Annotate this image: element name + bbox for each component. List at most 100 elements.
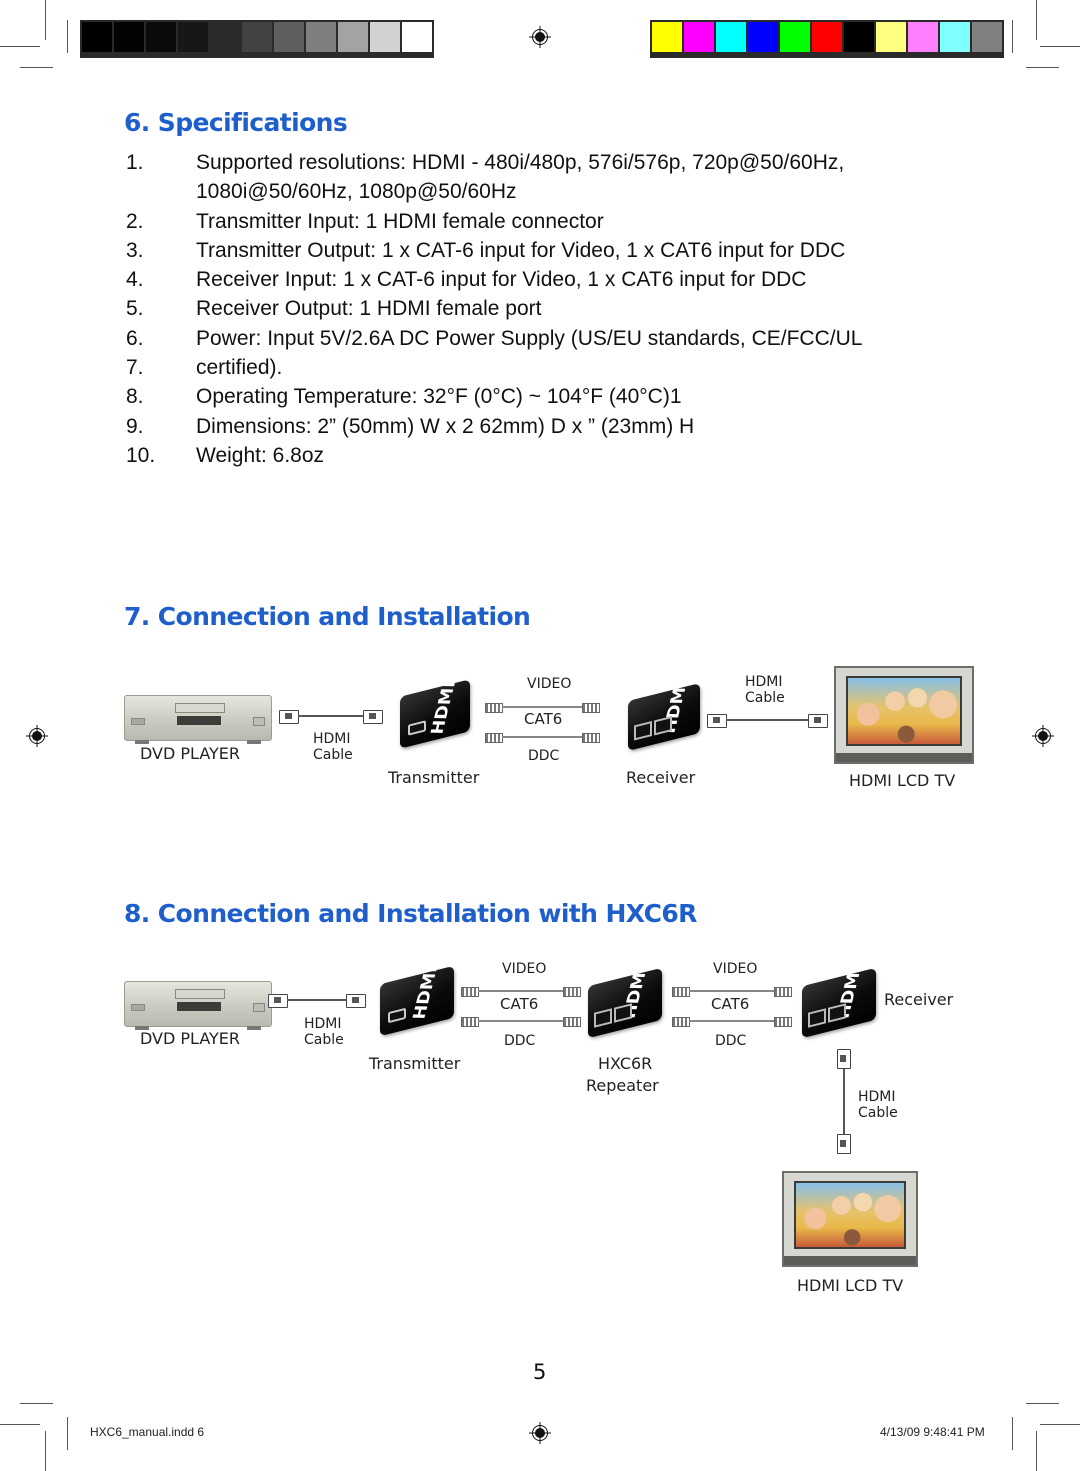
dvd-player-image [124,981,272,1030]
crosshair-target-icon [529,26,551,48]
spec-item-text: Dimensions: 2” (50mm) W x 2 62mm) D x ” … [196,412,924,441]
color-swatch [876,22,906,52]
spec-item-number: 3. [126,238,144,262]
color-swatch [114,22,144,52]
color-swatch [844,22,874,52]
hdmi-cable-label-line1: HDMI [745,674,783,690]
spec-item-text: Receiver Output: 1 HDMI female port [196,294,924,323]
spec-item-text-line: Operating Temperature: 32°F (0°C) ~ 104°… [196,385,682,409]
hdmi-cable-label-line1: HDMI [858,1089,896,1105]
receiver-image: HDMI [802,966,876,1039]
spec-item-text-line: Transmitter Output: 1 x CAT-6 input for … [196,238,846,262]
crosshair-target-icon [1032,725,1054,747]
color-swatch [210,22,240,52]
hdmi-cable-label-line2: Cable [313,747,353,763]
hdmi-cable-label-line2: Cable [858,1105,898,1121]
print-timestamp: 4/13/09 9:48:41 PM [880,1425,985,1439]
spec-item-number: 10. [126,443,156,467]
transmitter-label: Transmitter [369,1054,461,1073]
spec-item-text-line: Dimensions: 2” (50mm) W x 2 62mm) D x ” … [196,414,695,438]
hdmi-cable-label-line2: Cable [745,690,785,706]
spec-item-text-line: Supported resolutions: HDMI - 480i/480p,… [196,151,845,174]
spec-item-number: 6. [126,326,144,350]
spec-item-number: 7. [126,356,144,380]
spec-item: 10. Weight: 6.8oz [124,441,924,470]
spec-item-text-continuation: 1080i@50/60Hz, 1080p@50/60Hz [196,180,517,204]
color-swatch [652,22,682,52]
color-swatch [780,22,810,52]
specifications-heading: 6. Specifications [124,108,348,137]
hdmi-lcd-tv-image [834,666,974,764]
color-swatch [338,22,368,52]
file-slug: HXC6_manual.indd 6 [90,1425,205,1439]
spec-item-text: Transmitter Output: 1 x CAT-6 input for … [196,236,924,265]
spec-item: 2. Transmitter Input: 1 HDMI female conne… [124,207,924,236]
color-swatch [402,22,432,52]
color-swatch [242,22,272,52]
repeater-image: HDMI [588,966,662,1039]
receiver-image: HDMI [628,680,700,751]
video-label: VIDEO [527,676,572,692]
spec-item-text: Supported resolutions: HDMI - 480i/480p,… [196,148,924,207]
cat6-label: CAT6 [711,995,750,1013]
color-swatch [716,22,746,52]
spec-item-number: 5. [126,297,144,321]
grayscale-bar [80,20,434,58]
spec-item-text-line: Receiver Input: 1 x CAT-6 input for Vide… [196,268,807,292]
spec-item-text-line: Weight: 6.8oz [196,443,325,467]
color-swatch [370,22,400,52]
connection-repeater-heading: 8. Connection and Installation with HXC6… [124,899,697,928]
video-label: VIDEO [713,961,758,977]
color-swatch [972,22,1002,52]
spec-item-text: Weight: 6.8oz [196,441,924,470]
hdmi-lcd-tv-image [782,1171,918,1267]
ddc-label: DDC [504,1033,536,1049]
hdmi-cable-label-line1: HDMI [313,731,351,747]
repeater-model-label: HXC6R [598,1054,653,1073]
spec-item-text-line: Receiver Output: 1 HDMI female port [196,297,542,321]
spec-item: 1. Supported resolutions: HDMI - 480i/480… [124,148,924,207]
color-swatch [940,22,970,52]
spec-item-text: certified). [196,353,924,382]
color-swatch [274,22,304,52]
color-swatch [684,22,714,52]
ddc-label: DDC [528,748,560,764]
receiver-label: Receiver [626,768,696,787]
hdmi-lcd-tv-label: HDMI LCD TV [849,771,956,790]
specifications-list: 1. Supported resolutions: HDMI - 480i/480… [124,148,924,470]
page-number: 5 [533,1360,547,1384]
video-label: VIDEO [502,961,547,977]
transmitter-image: HDMI [400,679,470,749]
hdmi-lcd-tv-label: HDMI LCD TV [797,1276,904,1295]
spec-item-number: 4. [126,268,144,292]
ddc-label: DDC [715,1033,747,1049]
spec-item-text-line: Transmitter Input: 1 HDMI female connect… [196,209,604,233]
cat6-label: CAT6 [500,995,539,1013]
connection-heading: 7. Connection and Installation [124,602,531,631]
spec-item: 9. Dimensions: 2” (50mm) W x 2 62mm) D x … [124,412,924,441]
spec-item: 3. Transmitter Output: 1 x CAT-6 input fo… [124,236,924,265]
color-swatch [812,22,842,52]
transmitter-image: HDMI [380,965,454,1037]
spec-item: 7. certified). [124,353,924,382]
spec-item: 4. Receiver Input: 1 x CAT-6 input for Vi… [124,265,924,294]
spec-item-text: Power: Input 5V/2.6A DC Power Supply (US… [196,324,924,353]
color-swatch [908,22,938,52]
transmitter-label: Transmitter [388,768,480,787]
hdmi-cable-label-line1: HDMI [304,1016,342,1032]
spec-item: 8. Operating Temperature: 32°F (0°C) ~ 10… [124,382,924,411]
receiver-label: Receiver [884,990,954,1009]
crosshair-target-icon [529,1422,551,1444]
dvd-player-label: DVD PLAYER [140,1029,241,1048]
color-swatch [146,22,176,52]
color-bar [650,20,1004,58]
color-swatch [82,22,112,52]
dvd-player-image [124,695,272,744]
spec-item: 6. Power: Input 5V/2.6A DC Power Supply (… [124,324,924,353]
color-swatch [306,22,336,52]
color-swatch [748,22,778,52]
cat6-label: CAT6 [524,710,563,728]
spec-item-text-line: Power: Input 5V/2.6A DC Power Supply (US… [196,326,863,350]
spec-item-number: 8. [126,385,144,409]
spec-item-number: 1. [126,151,144,174]
